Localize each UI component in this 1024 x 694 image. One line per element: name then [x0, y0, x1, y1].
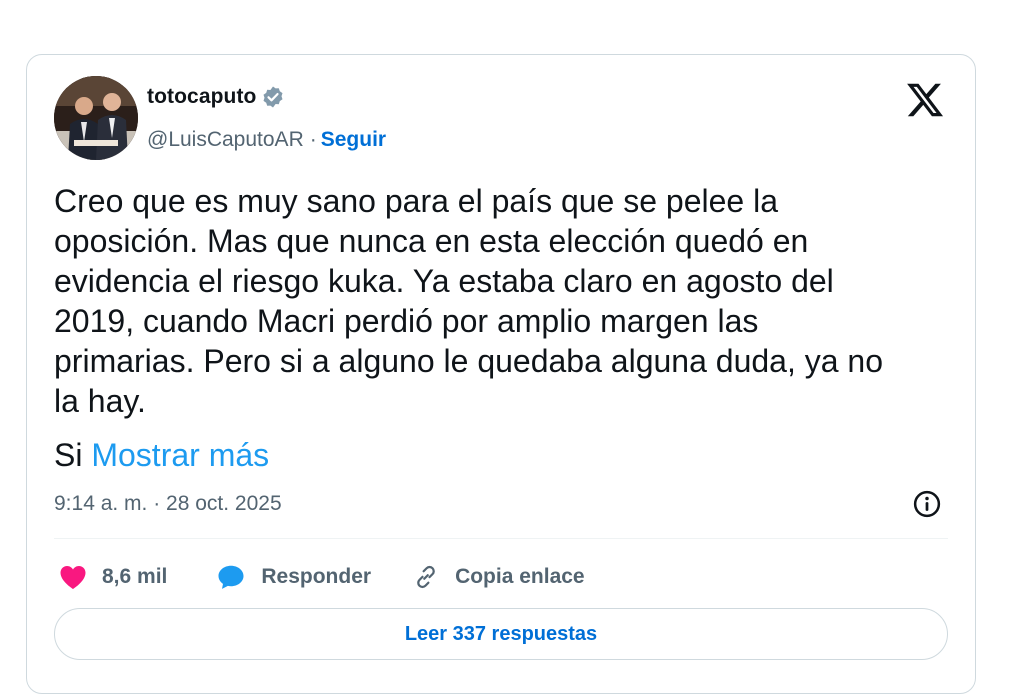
tweet-truncated-fragment: Si [54, 437, 83, 473]
like-button[interactable]: 8,6 mil [58, 562, 167, 592]
show-more-link[interactable]: Mostrar más [91, 437, 269, 473]
tweet-truncated-line: Si Mostrar más [54, 435, 269, 475]
avatar-photo [54, 76, 138, 160]
reply-button[interactable]: Responder [215, 562, 371, 592]
verified-badge-icon [261, 85, 285, 109]
avatar[interactable] [54, 76, 138, 160]
follow-button[interactable]: Seguir [321, 128, 386, 152]
author-name-row: totocaputo [147, 85, 285, 109]
divider [54, 538, 948, 539]
info-icon[interactable] [912, 489, 942, 519]
heart-icon [60, 566, 86, 589]
author-display-name[interactable]: totocaputo [147, 85, 256, 109]
x-logo-icon[interactable] [905, 80, 945, 120]
speech-bubble-icon [218, 565, 244, 589]
author-handle-row: @LuisCaputoAR · Seguir [147, 128, 386, 152]
copy-link-button[interactable]: Copia enlace [411, 562, 585, 592]
handle-separator: · [309, 128, 317, 151]
link-icon [417, 565, 435, 589]
reply-label: Responder [261, 565, 372, 588]
copy-link-label: Copia enlace [455, 565, 585, 588]
author-handle[interactable]: @LuisCaputoAR [147, 128, 304, 152]
embedded-tweet-card: totocaputo @LuisCaputoAR · Seguir Creo q… [26, 54, 976, 694]
tweet-timestamp[interactable]: 9:14 a. m. · 28 oct. 2025 [54, 492, 282, 516]
likes-count: 8,6 mil [102, 565, 168, 588]
read-replies-button[interactable]: Leer 337 respuestas [54, 608, 948, 660]
tweet-actions-bar: 8,6 mil Responder Copia enlace [58, 560, 585, 594]
tweet-text: Creo que es muy sano para el país que se… [54, 183, 884, 419]
